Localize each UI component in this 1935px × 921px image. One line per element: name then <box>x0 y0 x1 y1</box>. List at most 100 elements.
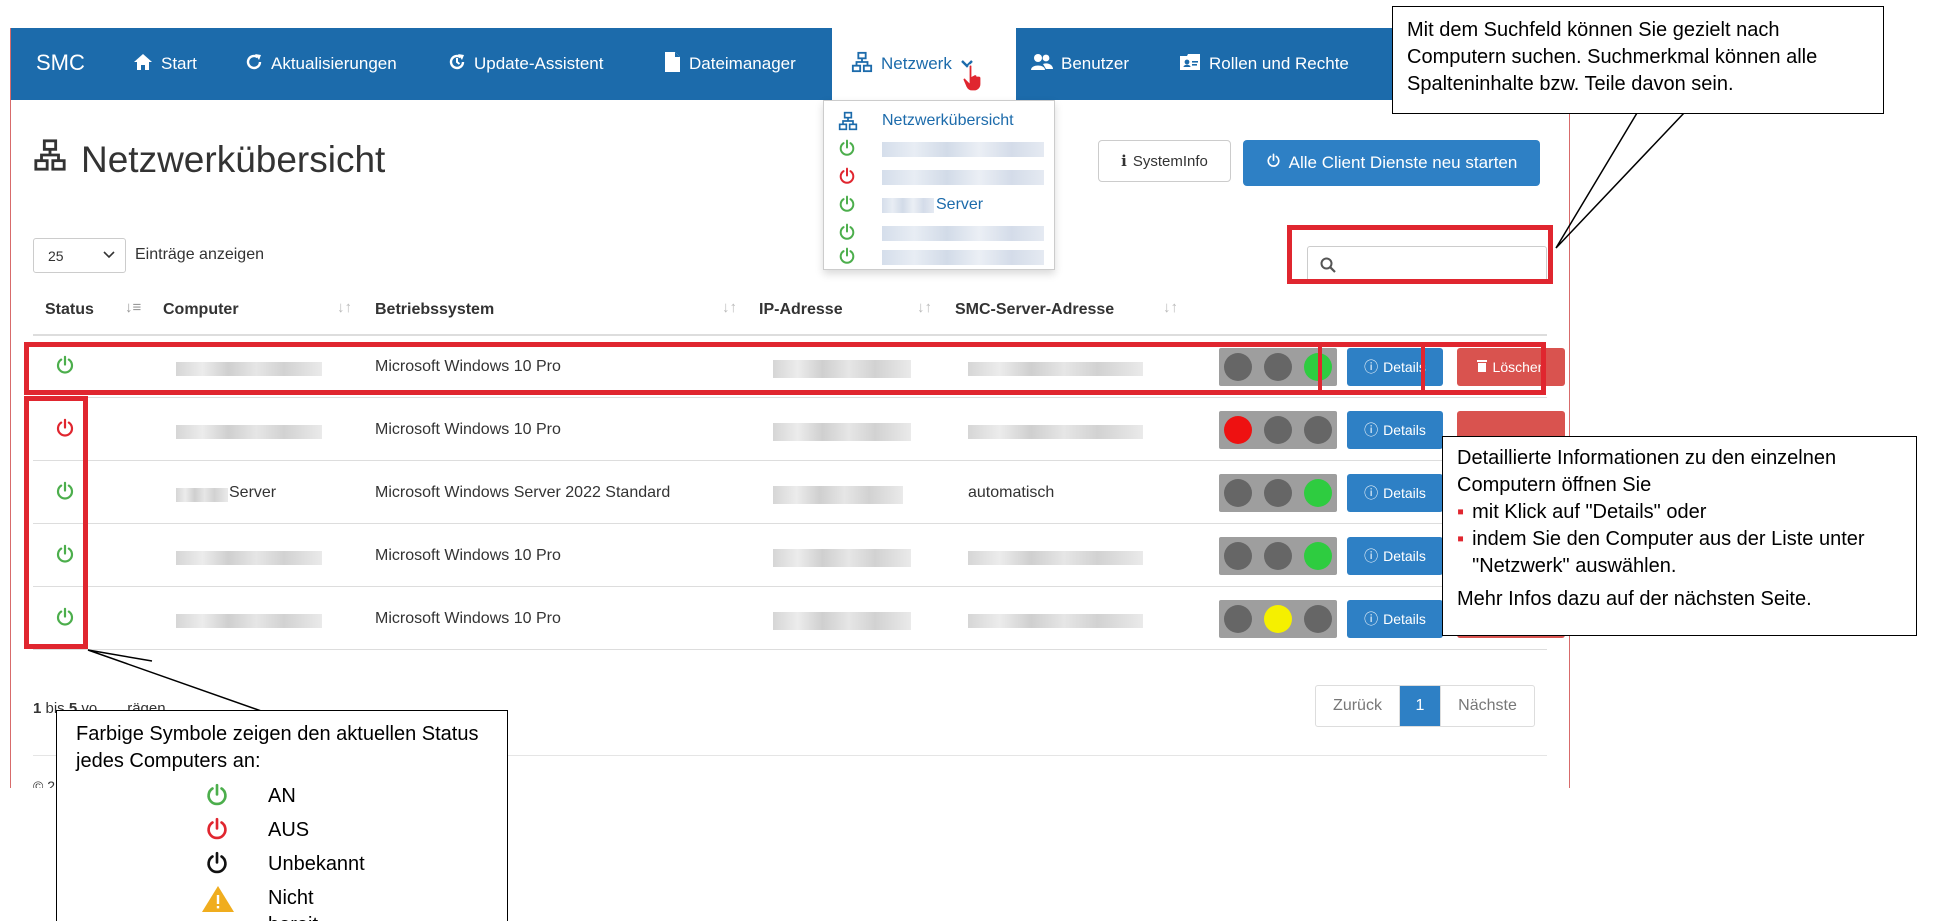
legend-label-off: AUS <box>268 819 310 841</box>
nav-rollen-und-rechte-label: Rollen und Rechte <box>1209 54 1349 73</box>
pagination: Zurück 1 Nächste <box>1315 685 1535 727</box>
column-header-smc-server-adresse[interactable]: SMC-Server-Adresse <box>955 301 1114 319</box>
computer-name-redacted <box>176 425 322 439</box>
computer-name-redacted <box>176 614 322 628</box>
info-circle-icon: ⓘ <box>1364 548 1379 564</box>
details-button[interactable]: ⓘ Details <box>1347 537 1443 575</box>
table-row[interactable]: Server Microsoft Windows Server 2022 Sta… <box>33 462 1565 524</box>
callout-search: Mit dem Suchfeld können Sie gezielt nach… <box>1392 6 1884 114</box>
ip-redacted <box>773 423 911 441</box>
power-icon <box>205 783 229 815</box>
nav-benutzer-label: Benutzer <box>1061 54 1130 73</box>
details-button[interactable]: ⓘ Details <box>1347 474 1443 512</box>
computer-name-redacted <box>176 551 322 565</box>
network-icon <box>851 51 873 78</box>
status-on-icon <box>838 139 856 162</box>
warning-icon <box>201 885 235 921</box>
table-row[interactable]: Microsoft Windows 10 Pro ⓘ Details <box>33 588 1565 650</box>
menu-item-computer[interactable] <box>824 163 1056 191</box>
status-off-icon <box>838 167 856 190</box>
nav-aktualisierungen[interactable]: Aktualisierungen <box>245 28 397 100</box>
info-circle-icon: ⓘ <box>1364 611 1379 627</box>
status-light <box>1264 542 1292 570</box>
service-status-lights <box>1219 537 1337 575</box>
service-status-lights <box>1219 411 1337 449</box>
column-header-computer[interactable]: Computer <box>163 301 239 319</box>
status-light-green <box>1304 542 1332 570</box>
sort-icon[interactable]: ↓↑ <box>1163 299 1178 316</box>
nav-netzwerk-label: Netzwerk <box>881 54 952 73</box>
sort-icon[interactable]: ↓↑ <box>722 299 737 316</box>
brand-logo[interactable]: SMC <box>36 50 85 76</box>
computer-name-redacted <box>882 226 1044 241</box>
callout-search-text: Mit dem Suchfeld können Sie gezielt nach… <box>1407 19 1818 95</box>
search-highlight-box <box>1287 225 1553 284</box>
home-icon <box>133 53 153 76</box>
service-status-lights <box>1219 600 1337 638</box>
column-header-betriebssystem[interactable]: Betriebssystem <box>375 301 494 319</box>
restart-all-services-button[interactable]: Alle Client Dienste neu starten <box>1243 140 1540 186</box>
page-size-select[interactable]: 25 <box>33 238 126 273</box>
file-icon <box>663 51 681 78</box>
status-light <box>1304 605 1332 633</box>
computer-name-redacted <box>176 488 228 502</box>
server-address-cell: automatisch <box>968 484 1055 501</box>
menu-item-netzwerkuebersicht[interactable]: Netzwerkübersicht <box>824 107 1056 135</box>
os-cell: Microsoft Windows 10 Pro <box>375 421 561 438</box>
pagination-prev[interactable]: Zurück <box>1316 686 1400 726</box>
nav-netzwerk[interactable]: Netzwerk <box>832 28 1016 100</box>
pagination-page[interactable]: 1 <box>1400 686 1440 726</box>
details-button[interactable]: ⓘ Details <box>1347 411 1443 449</box>
update-assistant-icon <box>448 53 466 76</box>
details-button[interactable]: ⓘ Details <box>1347 600 1443 638</box>
nav-start[interactable]: Start <box>133 28 197 100</box>
power-icon <box>205 817 229 849</box>
nav-dateimanager[interactable]: Dateimanager <box>663 28 796 100</box>
info-circle-icon: ⓘ <box>1364 422 1379 438</box>
menu-item-computer[interactable] <box>824 135 1056 163</box>
table-row[interactable]: Microsoft Windows 10 Pro ⓘ Details <box>33 399 1565 461</box>
chevron-down-icon <box>103 247 115 262</box>
systeminfo-button[interactable]: i SystemInfo <box>1098 140 1231 182</box>
status-light-red <box>1224 416 1252 444</box>
nav-rollen-und-rechte[interactable]: Rollen und Rechte <box>1179 28 1349 100</box>
copyright: © 2 <box>33 778 55 788</box>
details-label: Details <box>1383 422 1426 438</box>
callout-details-bullet1-text: mit Klick auf "Details" oder <box>1472 501 1707 523</box>
sort-icon[interactable]: ↓↑ <box>917 299 932 316</box>
pagination-next[interactable]: Nächste <box>1440 686 1534 726</box>
users-icon <box>1031 53 1053 76</box>
callout-details-more: Mehr Infos dazu auf der nächsten Seite. <box>1457 588 1812 610</box>
nav-start-label: Start <box>161 54 197 73</box>
ip-redacted <box>773 549 911 567</box>
info-icon: i <box>1121 152 1127 170</box>
network-dropdown-menu: Netzwerkübersicht Server <box>823 100 1055 270</box>
menu-item-label: Server <box>936 196 984 213</box>
computer-name-redacted <box>882 170 1044 185</box>
status-light <box>1304 416 1332 444</box>
status-on-icon <box>838 247 856 270</box>
nav-update-assistent[interactable]: Update-Assistent <box>448 28 603 100</box>
nav-benutzer[interactable]: Benutzer <box>1031 28 1129 100</box>
legend-label-unknown: Unbekannt <box>268 853 365 875</box>
column-header-status[interactable]: Status <box>45 301 94 319</box>
page-size-value: 25 <box>48 248 64 264</box>
status-column-highlight-box <box>24 396 88 649</box>
callout-details-intro: Detaillierte Informationen zu den einzel… <box>1457 447 1837 496</box>
legend-label-on: AN <box>268 785 296 807</box>
details-label: Details <box>1383 485 1426 501</box>
sort-asc-icon[interactable]: ↓≡ <box>125 299 141 316</box>
column-header-ip-adresse[interactable]: IP-Adresse <box>759 301 843 319</box>
details-label: Details <box>1383 548 1426 564</box>
status-light-green <box>1304 479 1332 507</box>
details-highlight-box <box>1318 342 1425 395</box>
menu-item-label: Netzwerkübersicht <box>882 112 1014 129</box>
table-row[interactable]: Microsoft Windows 10 Pro ⓘ Details <box>33 525 1565 587</box>
menu-item-computer[interactable]: Server <box>824 191 1056 219</box>
network-icon <box>838 111 858 136</box>
sort-icon[interactable]: ↓↑ <box>337 299 352 316</box>
refresh-icon <box>245 53 263 76</box>
menu-item-computer[interactable] <box>824 243 1056 271</box>
callout-details-bullet: ▪ mit Klick auf "Details" oder <box>1457 499 1902 526</box>
status-on-icon <box>838 195 856 218</box>
